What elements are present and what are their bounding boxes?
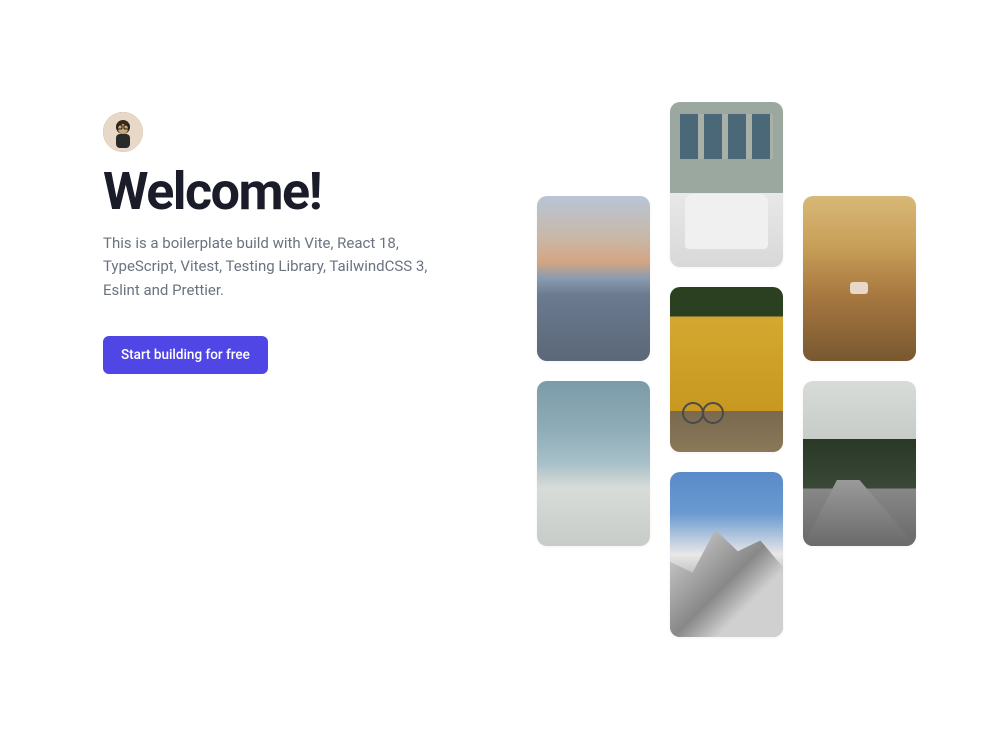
gallery-image-desert-car xyxy=(803,196,916,361)
gallery-image-building-car xyxy=(670,102,783,267)
avatar xyxy=(103,112,143,152)
gallery-image-forest-road xyxy=(803,381,916,546)
gallery-image-yellow-wall-bicycle xyxy=(670,287,783,452)
gallery-image-sky-clouds xyxy=(537,381,650,546)
image-gallery xyxy=(537,102,916,637)
gallery-image-snow-mountains xyxy=(670,472,783,637)
page-description: This is a boilerplate build with Vite, R… xyxy=(103,232,433,302)
gallery-image-ocean-sunset xyxy=(537,196,650,361)
page-heading: Welcome! xyxy=(103,166,480,218)
start-building-button[interactable]: Start building for free xyxy=(103,336,268,374)
